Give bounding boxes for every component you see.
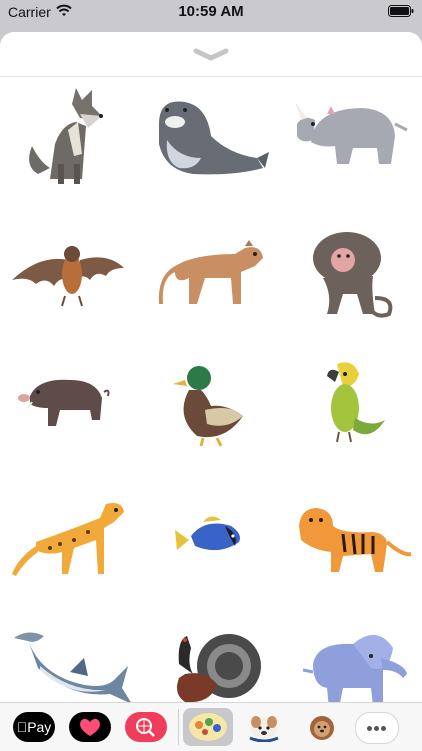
tiger-icon bbox=[299, 508, 412, 572]
collapse-handle[interactable] bbox=[0, 32, 422, 76]
apple-icon:  bbox=[17, 719, 28, 735]
duck-icon bbox=[173, 366, 243, 447]
status-bar: Carrier 10:59 AM bbox=[0, 0, 422, 24]
cougar-icon bbox=[158, 240, 263, 304]
sticker-shark[interactable] bbox=[10, 614, 140, 702]
puppy-app-button[interactable] bbox=[302, 712, 342, 742]
sticker-turkey[interactable] bbox=[145, 614, 275, 702]
parrot-icon bbox=[327, 362, 385, 443]
sticker-cheetah[interactable] bbox=[10, 482, 140, 592]
baboon-icon bbox=[313, 232, 393, 318]
bat-icon bbox=[12, 246, 124, 307]
heart-icon bbox=[80, 718, 100, 736]
sticker-wolf[interactable] bbox=[10, 84, 140, 194]
more-dot-icon bbox=[381, 726, 386, 731]
puppy-icon bbox=[310, 716, 334, 740]
seal-icon bbox=[159, 101, 269, 175]
chevron-down-icon bbox=[193, 48, 229, 61]
heart-app-button[interactable] bbox=[69, 712, 111, 742]
battery-icon bbox=[388, 5, 414, 17]
shark-icon bbox=[14, 632, 131, 702]
rhino-icon bbox=[295, 102, 408, 164]
drawer-separator bbox=[178, 709, 179, 745]
sticker-baboon[interactable] bbox=[283, 214, 413, 324]
bulldog-app-button[interactable] bbox=[244, 712, 284, 743]
sticker-parrot[interactable] bbox=[283, 346, 413, 456]
apple-pay-button[interactable]: Pay bbox=[13, 712, 55, 742]
sticker-rhino[interactable] bbox=[283, 84, 413, 194]
wolf-icon bbox=[29, 88, 103, 184]
more-dot-icon bbox=[367, 726, 372, 731]
turkey-icon bbox=[177, 634, 261, 702]
sticker-elephant[interactable] bbox=[283, 614, 413, 702]
globe-search-icon bbox=[136, 718, 155, 737]
cheetah-icon bbox=[12, 503, 124, 576]
fish-icon bbox=[175, 516, 240, 551]
animal-stickers-app-icon bbox=[189, 713, 227, 741]
sticker-fish[interactable] bbox=[145, 482, 275, 592]
sticker-seal[interactable] bbox=[145, 84, 275, 194]
clock: 10:59 AM bbox=[178, 3, 244, 20]
more-dot-icon bbox=[374, 726, 379, 731]
sticker-boar[interactable] bbox=[10, 346, 140, 456]
search-app-button[interactable] bbox=[125, 712, 167, 742]
sticker-cougar[interactable] bbox=[145, 214, 275, 324]
sticker-bat[interactable] bbox=[10, 214, 140, 324]
sheet-divider bbox=[0, 76, 422, 77]
app-drawer: Pay bbox=[0, 702, 422, 751]
more-apps-button[interactable] bbox=[355, 712, 399, 744]
animal-stickers-app-button[interactable] bbox=[183, 708, 233, 746]
apple-pay-label: Pay bbox=[21, 719, 51, 735]
sticker-tiger[interactable] bbox=[283, 482, 413, 592]
bulldog-icon bbox=[249, 716, 279, 743]
boar-icon bbox=[18, 379, 110, 426]
sticker-duck[interactable] bbox=[145, 346, 275, 456]
elephant-icon bbox=[302, 634, 407, 702]
sticker-sheet bbox=[0, 32, 422, 702]
